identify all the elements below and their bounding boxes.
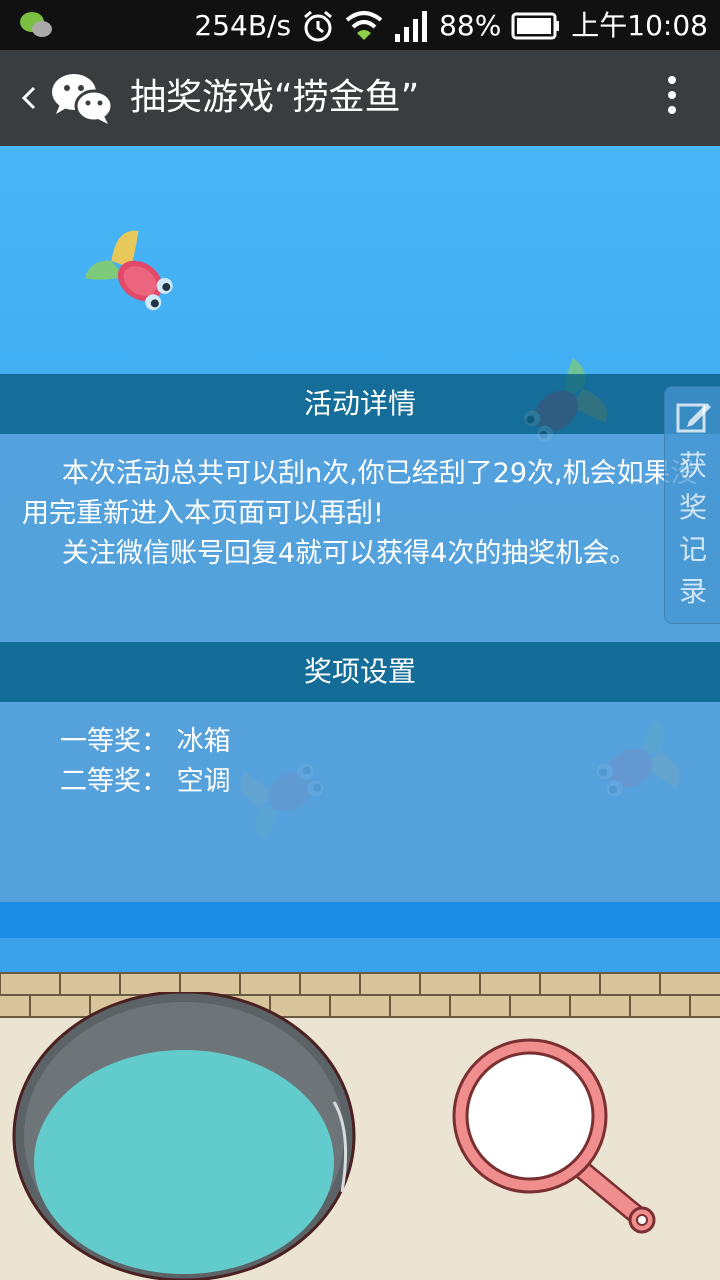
activity-paragraph: 关注微信账号回复4就可以获得4次的抽奖机会。 (62, 538, 637, 569)
prize-item: 一等奖： 冰箱 (60, 726, 231, 757)
battery-percent: 88% (439, 9, 502, 42)
fish-pot (12, 992, 356, 1280)
battery-icon (511, 12, 560, 40)
clock: 上午10:08 (571, 9, 708, 42)
title-bar: 抽奖游戏“捞金鱼” (0, 50, 720, 146)
wifi-icon (345, 11, 383, 40)
winning-records-label: 获奖记录 (678, 449, 707, 608)
prize-list: 一等奖： 冰箱 二等奖： 空调 (0, 702, 720, 902)
wechat-notification-icon (20, 12, 52, 37)
alarm-icon (304, 10, 333, 42)
water-band (0, 938, 720, 972)
edit-icon (676, 403, 711, 433)
prize-item: 二等奖： 空调 (60, 766, 231, 797)
activity-details: 本次活动总共可以刮n次,你已经刮了29次,机会如果没用完重新进入本页面可以再刮!… (0, 434, 720, 642)
net-speed: 254B/s (194, 9, 292, 42)
page-title: 抽奖游戏“捞金鱼” (130, 77, 420, 118)
wechat-logo-icon (52, 74, 114, 124)
more-menu-icon[interactable] (662, 76, 682, 122)
water-surface (0, 902, 720, 938)
activity-heading: 活动详情 (0, 374, 720, 434)
fishing-net[interactable] (448, 1036, 664, 1246)
status-bar: 254B/s 88% 上午10:08 (0, 0, 720, 50)
prizes-heading: 奖项设置 (0, 642, 720, 702)
winning-records-tab[interactable]: 获奖记录 (664, 386, 720, 624)
activity-paragraph: 本次活动总共可以刮n次,你已经刮了29次,机会如果没用完重新进入本页面可以再刮! (22, 458, 698, 529)
back-icon[interactable] (14, 76, 44, 120)
signal-icon (395, 11, 428, 42)
goldfish-icon (86, 230, 173, 311)
